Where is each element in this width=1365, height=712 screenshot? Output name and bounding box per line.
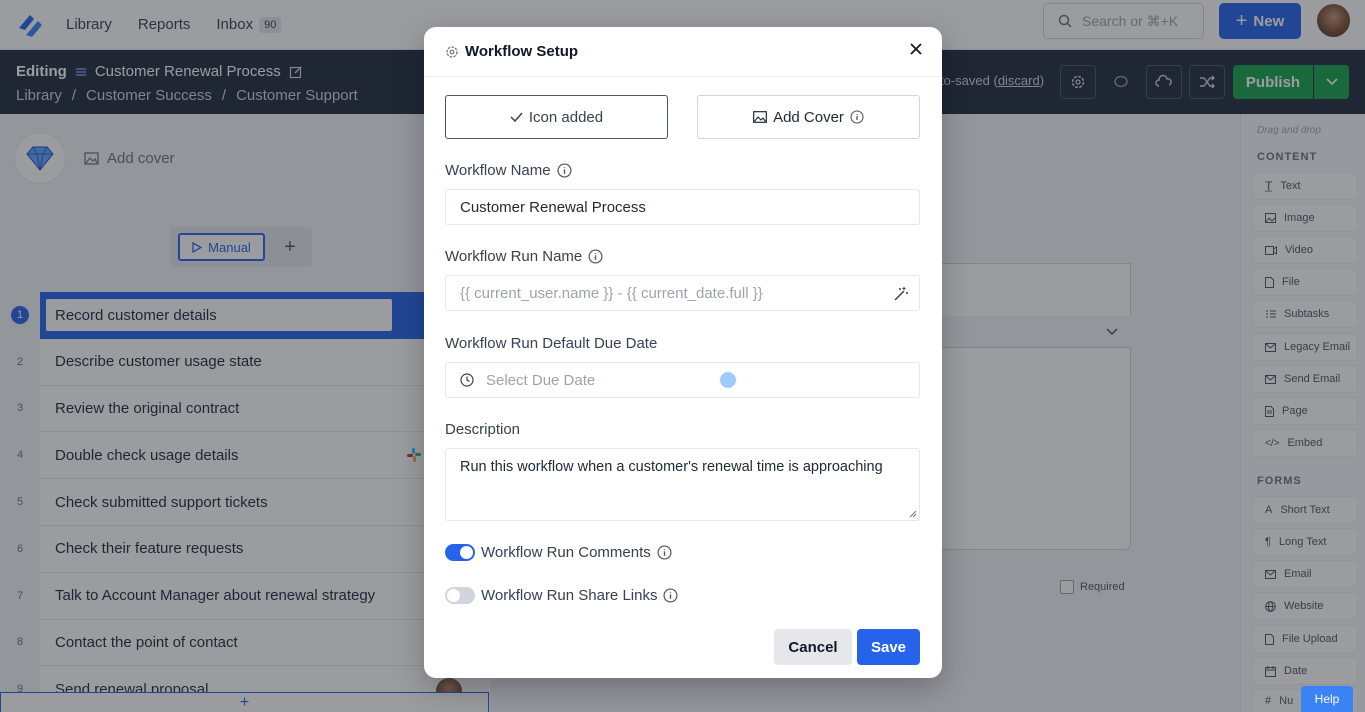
save-label: Save xyxy=(870,638,907,656)
info-icon[interactable] xyxy=(588,249,603,264)
checkmark-icon xyxy=(510,112,523,122)
modal-header: Workflow Setup xyxy=(424,27,942,77)
add-cover-button[interactable]: Add Cover xyxy=(697,95,920,139)
default-due-date-label-text: Workflow Run Default Due Date xyxy=(445,335,658,352)
workflow-run-name-label-text: Workflow Run Name xyxy=(445,248,583,265)
add-cover-label: Add Cover xyxy=(773,108,844,126)
toggle-knob xyxy=(460,546,473,559)
due-date-input[interactable]: Select Due Date xyxy=(445,362,920,398)
close-icon[interactable] xyxy=(907,40,925,58)
workflow-run-name-label: Workflow Run Name xyxy=(445,248,603,265)
modal-title-text: Workflow Setup xyxy=(465,43,579,60)
image-icon xyxy=(753,111,767,123)
workflow-run-comments-toggle[interactable] xyxy=(445,544,475,561)
icon-added-button[interactable]: Icon added xyxy=(445,95,668,139)
description-label-text: Description xyxy=(445,421,521,438)
save-button[interactable]: Save xyxy=(857,629,920,665)
toggle-knob xyxy=(447,589,460,602)
workflow-setup-modal: Workflow Setup Icon added Add Cover Work… xyxy=(424,27,942,678)
workflow-name-label: Workflow Name xyxy=(445,162,572,179)
workflow-run-comments-text: Workflow Run Comments xyxy=(481,544,651,561)
resize-grip-icon[interactable] xyxy=(908,509,917,518)
workflow-run-share-links-text: Workflow Run Share Links xyxy=(481,587,658,604)
workflow-run-comments-label: Workflow Run Comments xyxy=(481,544,672,561)
help-button[interactable]: Help xyxy=(1301,686,1353,712)
gear-icon xyxy=(446,45,458,58)
description-value: Run this workflow when a customer's rene… xyxy=(460,459,883,475)
cancel-button[interactable]: Cancel xyxy=(774,629,852,665)
description-label: Description xyxy=(445,421,520,438)
workflow-run-name-placeholder: {{ current_user.name }} - {{ current_dat… xyxy=(460,284,763,302)
modal-title: Workflow Setup xyxy=(445,43,578,60)
description-textarea[interactable]: Run this workflow when a customer's rene… xyxy=(445,448,920,521)
workflow-run-name-input[interactable]: {{ current_user.name }} - {{ current_dat… xyxy=(445,275,920,311)
workflow-name-value: Customer Renewal Process xyxy=(460,198,646,216)
due-date-placeholder: Select Due Date xyxy=(486,371,596,389)
info-icon[interactable] xyxy=(657,545,672,560)
cancel-label: Cancel xyxy=(788,638,838,656)
workflow-run-share-links-toggle[interactable] xyxy=(445,587,475,604)
default-due-date-label: Workflow Run Default Due Date xyxy=(445,335,657,352)
workflow-run-share-links-label: Workflow Run Share Links xyxy=(481,587,678,604)
clock-icon xyxy=(460,373,474,387)
workflow-name-label-text: Workflow Name xyxy=(445,162,551,179)
help-label: Help xyxy=(1314,692,1340,706)
mouse-cursor-indicator xyxy=(720,372,736,388)
info-icon[interactable] xyxy=(663,588,678,603)
workflow-name-input[interactable]: Customer Renewal Process xyxy=(445,189,920,225)
icon-added-label: Icon added xyxy=(528,108,604,126)
info-icon[interactable] xyxy=(557,163,572,178)
info-icon[interactable] xyxy=(850,110,864,124)
magic-wand-icon[interactable] xyxy=(893,286,909,302)
